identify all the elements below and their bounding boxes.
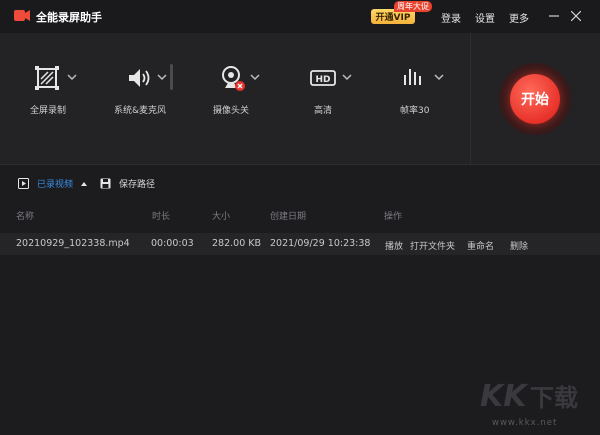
framerate-label: 帧率30 (400, 106, 430, 116)
close-button[interactable] (566, 6, 586, 26)
audio-option[interactable]: 系统&麦克风 (114, 63, 184, 153)
file-duration: 00:00:03 (151, 238, 194, 249)
title-bar: 全能录屏助手 开通VIP 周年大促 登录 设置 更多 (0, 0, 600, 33)
watermark-url: www.kkx.net (492, 418, 558, 428)
quality-label: 高清 (314, 106, 333, 116)
file-size: 282.00 KB (212, 238, 262, 249)
file-created: 2021/09/29 10:23:38 (270, 238, 371, 249)
minimize-button[interactable] (544, 6, 564, 26)
webcam-icon (222, 66, 245, 91)
column-header-created[interactable]: 创建日期 (270, 209, 306, 222)
fullscreen-label: 全屏录制 (30, 106, 67, 116)
start-button-label: 开始 (521, 92, 549, 108)
framerate-option[interactable]: 帧率30 (398, 63, 453, 153)
speaker-icon (129, 69, 150, 87)
minimize-icon (549, 15, 559, 17)
delete-action[interactable]: 删除 (510, 239, 528, 252)
column-header-actions: 操作 (384, 212, 403, 222)
app-logo-icon (14, 10, 30, 21)
save-icon (100, 178, 111, 189)
svg-text:下载: 下载 (530, 384, 578, 412)
app-title: 全能录屏助手 (36, 11, 102, 24)
column-header-name[interactable]: 名称 (16, 209, 34, 222)
camera-label: 摄像头关 (213, 106, 250, 116)
toolbar-divider (470, 33, 471, 165)
kk-watermark-logo: KK 下载 (480, 379, 578, 414)
camera-option[interactable]: 摄像头关 (212, 63, 272, 153)
chevron-down-icon[interactable] (341, 71, 353, 83)
play-action[interactable]: 播放 (385, 239, 403, 252)
more-link[interactable]: 更多 (509, 10, 529, 25)
chevron-up-icon (81, 181, 88, 186)
close-icon (571, 11, 581, 21)
promo-badge: 周年大促 (394, 1, 432, 12)
hd-icon: HD (310, 70, 336, 86)
column-header-size[interactable]: 大小 (212, 209, 230, 222)
tab-save-path-label: 保存路径 (119, 180, 156, 190)
framerate-icon (404, 69, 421, 85)
svg-text:KK: KK (480, 379, 529, 414)
volume-slider[interactable] (170, 64, 173, 90)
chevron-down-icon[interactable] (249, 71, 261, 83)
tab-save-path[interactable]: 保存路径 (100, 177, 155, 190)
login-link[interactable]: 登录 (441, 10, 461, 25)
quality-option[interactable]: HD 高清 (305, 63, 360, 153)
tab-recorded-videos[interactable]: 已录视频 (18, 177, 88, 190)
svg-text:HD: HD (315, 75, 330, 85)
list-tabs: 已录视频 保存路径 (0, 166, 600, 202)
settings-link[interactable]: 设置 (475, 10, 495, 25)
video-icon (18, 178, 29, 189)
column-header-duration[interactable]: 时长 (152, 209, 170, 222)
chevron-down-icon[interactable] (433, 71, 445, 83)
fullscreen-option[interactable]: 全屏录制 (30, 63, 90, 153)
open-folder-action[interactable]: 打开文件夹 (410, 239, 455, 252)
file-table-header: 名称 时长 大小 创建日期 操作 (0, 204, 600, 226)
table-row[interactable]: 20210929_102338.mp4 00:00:03 282.00 KB 2… (0, 233, 600, 255)
file-name: 20210929_102338.mp4 (16, 238, 130, 249)
fullscreen-icon (35, 66, 59, 90)
tab-recorded-label: 已录视频 (37, 180, 74, 190)
chevron-down-icon[interactable] (156, 71, 168, 83)
rename-action[interactable]: 重命名 (467, 239, 494, 252)
audio-label: 系统&麦克风 (114, 106, 167, 116)
chevron-down-icon[interactable] (66, 71, 78, 83)
start-record-button[interactable]: 开始 (510, 74, 560, 124)
